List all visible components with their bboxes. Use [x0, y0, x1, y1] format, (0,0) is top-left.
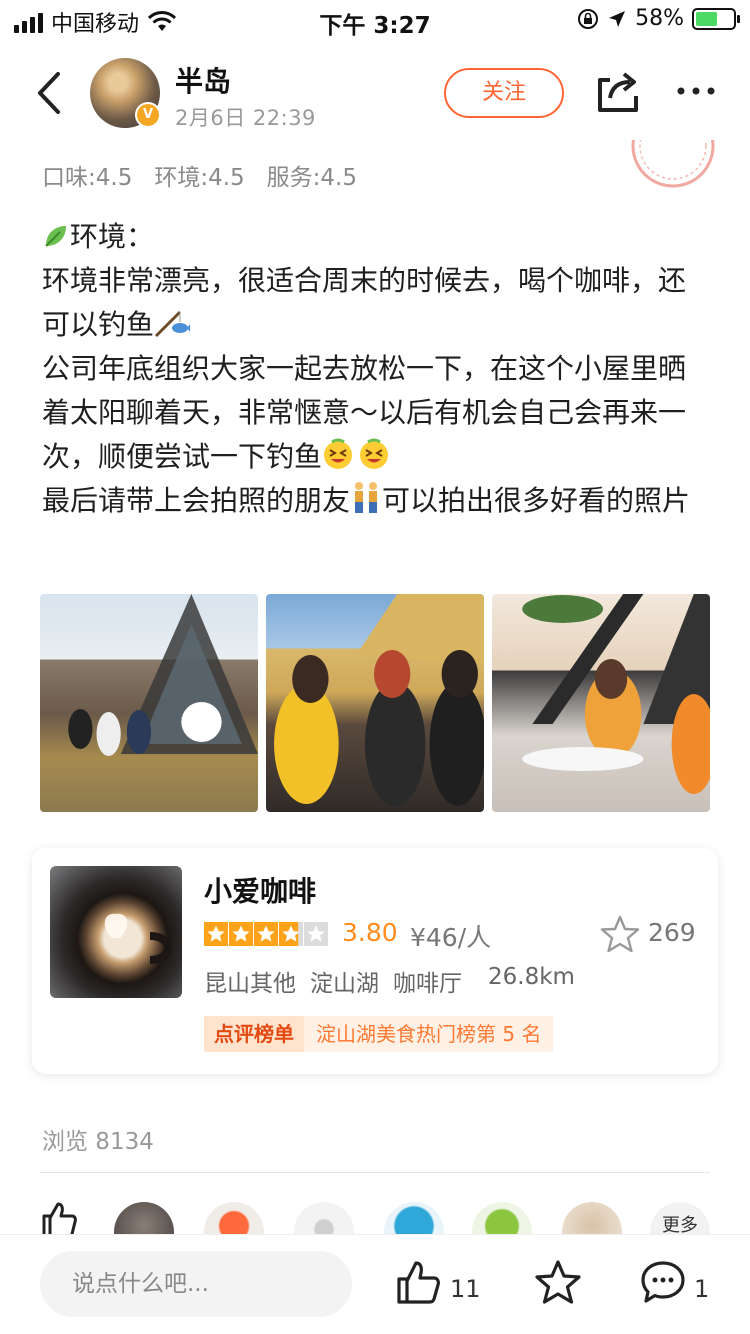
comment-count: 1	[694, 1275, 710, 1303]
review-line-2: 环境非常漂亮，很适合周末的时候去，喝个咖啡，还可以钓鱼	[42, 264, 687, 341]
like-icon[interactable]	[395, 1259, 441, 1305]
two-men-holding-hands-icon	[355, 482, 378, 513]
liker-avatar[interactable]	[472, 1202, 532, 1234]
status-bar: 中国移动 下午 3:27 58%	[0, 0, 750, 40]
divider	[40, 1172, 710, 1173]
review-photo-2[interactable]	[266, 594, 484, 812]
shop-category: 咖啡厅	[393, 971, 462, 997]
likers-row: 更多	[40, 1198, 720, 1234]
shop-price: ¥46/人	[410, 923, 492, 952]
fishing-pole-icon	[154, 310, 191, 338]
review-text: 环境： 环境非常漂亮，很适合周末的时候去，喝个咖啡，还可以钓鱼 公司年底组织大家…	[42, 215, 712, 523]
rating-star-icon	[304, 922, 328, 946]
rank-tag[interactable]: 点评榜单 淀山湖美食热门榜第 5 名	[204, 1016, 554, 1052]
sub-ratings: 口味:4.5 环境:4.5 服务:4.5	[42, 158, 357, 192]
leaf-icon	[45, 226, 66, 247]
user-name[interactable]: 半岛	[175, 60, 231, 100]
thumbs-up-icon	[42, 1202, 77, 1234]
shop-score: 3.80	[342, 918, 398, 947]
taste-rating: 口味:4.5	[42, 165, 133, 191]
shop-meta: 昆山其他 淀山湖 咖啡厅 26.8km	[204, 964, 575, 998]
battery-icon	[692, 7, 740, 30]
rating-star-icon	[229, 922, 253, 946]
review-line-4a: 最后请带上会拍照的朋友	[42, 484, 351, 517]
shop-card[interactable]: 小爱咖啡 3.80 ¥46/人 269 昆山其他 淀山湖 咖啡厅 26.8km …	[32, 848, 718, 1074]
liker-avatar[interactable]	[294, 1202, 354, 1234]
like-count: 11	[450, 1275, 481, 1303]
review-line-1: 环境：	[70, 220, 155, 253]
environment-rating: 环境:4.5	[154, 165, 245, 191]
laughing-face-icon	[324, 438, 389, 469]
collect-star-icon[interactable]	[534, 1259, 582, 1305]
more-likers-button[interactable]: 更多	[650, 1202, 710, 1234]
shop-name[interactable]: 小爱咖啡	[204, 870, 316, 910]
more-icon[interactable]	[676, 86, 716, 96]
back-icon[interactable]	[30, 68, 70, 118]
post-time: 2月6日 22:39	[175, 106, 316, 130]
photo-gallery	[40, 594, 710, 812]
post-header: V 半岛 2月6日 22:39 关注	[0, 50, 750, 140]
comment-input[interactable]	[40, 1251, 352, 1317]
verified-badge-icon: V	[135, 102, 161, 128]
shop-distance: 26.8km	[488, 964, 575, 990]
review-line-4b: 可以拍出很多好看的照片	[382, 484, 691, 517]
rank-text: 淀山湖美食热门榜第 5 名	[304, 1016, 554, 1052]
rating-star-icon	[204, 922, 228, 946]
liker-avatar[interactable]	[114, 1202, 174, 1234]
location-icon	[609, 10, 626, 27]
rating-star-icon	[279, 922, 303, 946]
favorite-count: 269	[648, 918, 696, 947]
shop-star-rating	[204, 922, 328, 946]
battery-percent: 58%	[635, 6, 684, 31]
shop-region: 昆山其他	[204, 971, 296, 997]
share-icon[interactable]	[596, 68, 640, 114]
orientation-lock-icon	[578, 8, 599, 29]
shop-area: 淀山湖	[310, 971, 379, 997]
review-photo-3[interactable]	[492, 594, 710, 812]
comment-icon[interactable]	[640, 1259, 686, 1305]
favorite-star-icon[interactable]	[600, 914, 640, 954]
liker-avatar[interactable]	[562, 1202, 622, 1234]
service-rating: 服务:4.5	[266, 165, 357, 191]
rating-star-icon	[254, 922, 278, 946]
rank-list-label: 点评榜单	[204, 1016, 304, 1052]
quality-review-stamp-icon	[631, 140, 715, 188]
shop-thumbnail[interactable]	[50, 866, 182, 998]
view-count: 浏览 8134	[42, 1129, 154, 1155]
review-photo-1[interactable]	[40, 594, 258, 812]
follow-button[interactable]: 关注	[444, 68, 564, 118]
bottom-action-bar: 11 1	[0, 1234, 750, 1334]
liker-avatar[interactable]	[204, 1202, 264, 1234]
liker-avatar[interactable]	[384, 1202, 444, 1234]
